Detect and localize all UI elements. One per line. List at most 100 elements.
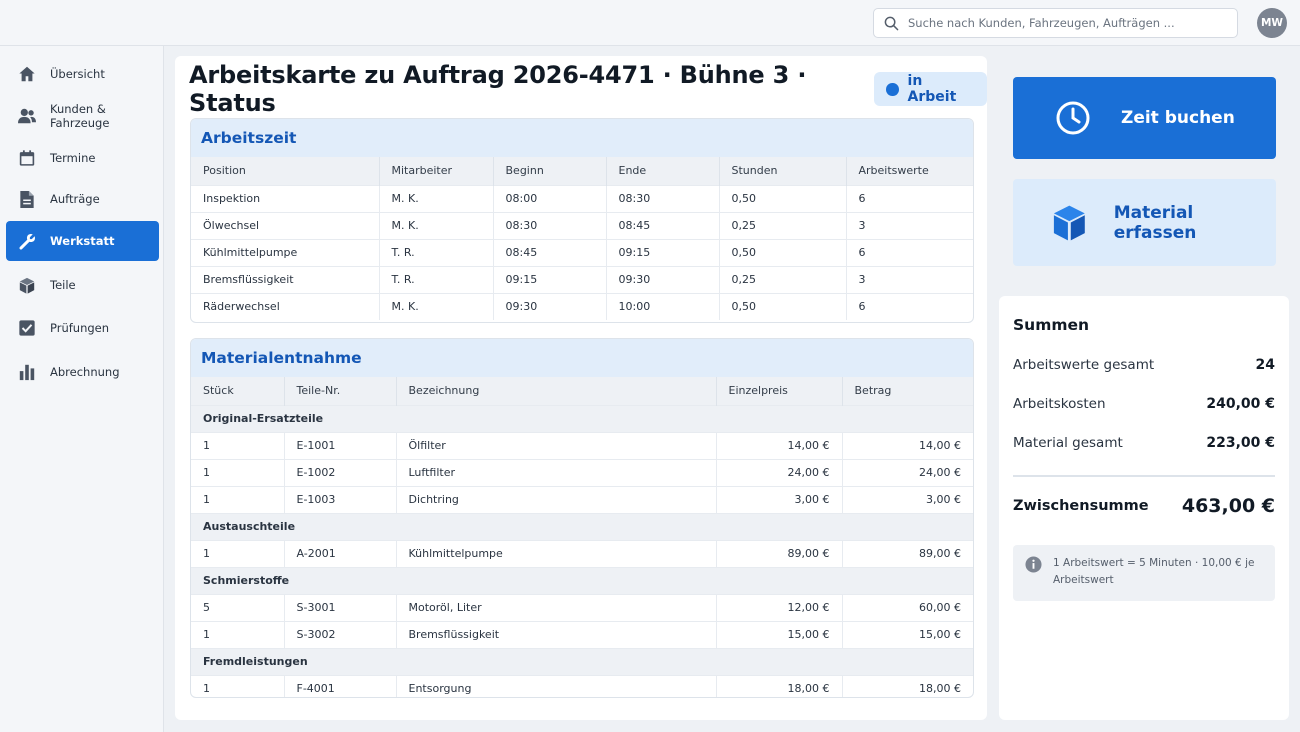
sidebar-item-uebersicht[interactable]: Übersicht	[6, 54, 159, 94]
box-icon	[1053, 205, 1085, 240]
page-title: Arbeitskarte zu Auftrag 2026-4471 · Bühn…	[189, 61, 807, 117]
column-header[interactable]: Bezeichnung	[396, 377, 717, 405]
sum-label: Material gesamt	[1013, 435, 1123, 451]
column-header[interactable]: Stück	[191, 377, 285, 405]
table-cell: 12,00 €	[716, 593, 843, 621]
table-row[interactable]: 1 A-2001 Kühlmittelpumpe 89,00 €89,00 €	[191, 539, 973, 567]
status-dot-icon	[886, 82, 899, 96]
search-input[interactable]	[908, 16, 1218, 30]
table-cell: S-3001	[284, 593, 397, 621]
table-cell: 24,00 €	[842, 458, 973, 486]
table-cell: 6	[846, 184, 973, 212]
sidebar-item-auftraege[interactable]: Aufträge	[6, 179, 159, 219]
table-row[interactable]: 1 E-1001 Ölfilter 14,00 €14,00 €	[191, 431, 973, 459]
table-row[interactable]: Kühlmittelpumpe T. R. 08:45 09:15 0,50 6	[191, 238, 973, 266]
table-cell: T. R.	[379, 265, 494, 293]
table-row[interactable]: Bremsflüssigkeit T. R. 09:15 09:30 0,25 3	[191, 265, 973, 293]
column-header[interactable]: Mitarbeiter	[379, 157, 494, 185]
table-cell: 0,25	[719, 211, 847, 239]
table-cell: 0,50	[719, 184, 847, 212]
group-header-row: Fremdleistungen	[191, 647, 973, 675]
table-cell: Dichtring	[396, 485, 717, 513]
record-material-button[interactable]: Material erfassen	[1013, 179, 1276, 266]
column-header[interactable]: Stunden	[719, 157, 847, 185]
home-icon	[17, 64, 37, 84]
table-cell: Ölwechsel	[191, 211, 380, 239]
table-cell: M. K.	[379, 184, 494, 212]
table-row[interactable]: Räderwechsel M. K. 09:30 10:00 0,50 6	[191, 292, 973, 320]
sidebar-item-werkstatt[interactable]: Werkstatt	[6, 221, 159, 261]
record-material-label: Material erfassen	[1113, 202, 1197, 243]
sum-label: Arbeitskosten	[1013, 396, 1106, 412]
table-cell: 09:15	[493, 265, 607, 293]
column-header[interactable]: Teile-Nr.	[284, 377, 397, 405]
table-row[interactable]: 1 E-1003 Dichtring 3,00 €3,00 €	[191, 485, 973, 513]
divider	[1013, 475, 1275, 477]
table-cell: 1	[191, 539, 285, 567]
table-cell: 10:00	[606, 292, 720, 320]
table-cell: 1	[191, 485, 285, 513]
table-cell: M. K.	[379, 211, 494, 239]
sidebar-item-teile[interactable]: Teile	[6, 265, 159, 305]
table-row[interactable]: 1 E-1002 Luftfilter 24,00 €24,00 €	[191, 458, 973, 486]
sidebar-item-label: Abrechnung	[50, 365, 120, 379]
group-label: Austauschteile	[191, 512, 973, 540]
status-badge: in Arbeit	[874, 72, 987, 106]
info-note: 1 Arbeitswert = 5 Minuten · 10,00 € je A…	[1013, 545, 1275, 601]
group-header-row: Austauschteile	[191, 512, 973, 540]
avatar[interactable]: MW	[1257, 8, 1287, 38]
table-cell: 0,50	[719, 292, 847, 320]
book-time-button[interactable]: Zeit buchen	[1013, 77, 1276, 159]
table-cell: S-3002	[284, 620, 397, 648]
column-header[interactable]: Einzelpreis	[716, 377, 843, 405]
table-cell: Luftfilter	[396, 458, 717, 486]
table-cell: 3	[846, 265, 973, 293]
sidebar-item-abrechnung[interactable]: Abrechnung	[6, 352, 159, 392]
sidebar-item-label: Termine	[50, 151, 96, 165]
column-header[interactable]: Betrag	[842, 377, 973, 405]
table-row[interactable]: 5 S-3001 Motoröl, Liter 12,00 €60,00 €	[191, 593, 973, 621]
table-cell: 15,00 €	[842, 620, 973, 648]
users-icon	[17, 106, 37, 126]
table-cell: 1	[191, 674, 285, 697]
materials-section: Materialentnahme Stück Teile-Nr. Bezeich…	[190, 338, 974, 698]
table-cell: 08:30	[606, 184, 720, 212]
sum-value: 240,00 €	[1206, 396, 1275, 412]
status-text: in Arbeit	[907, 73, 957, 105]
table-row[interactable]: 1 S-3002 Bremsflüssigkeit 15,00 €15,00 €	[191, 620, 973, 648]
table-cell: 1	[191, 431, 285, 459]
sum-row: Arbeitswerte gesamt 24	[1013, 357, 1275, 373]
sidebar-item-label: Übersicht	[50, 67, 105, 81]
sidebar-item-termine[interactable]: Termine	[6, 138, 159, 178]
sidebar-item-label: Werkstatt	[50, 234, 115, 248]
column-header[interactable]: Beginn	[493, 157, 607, 185]
table-row[interactable]: Inspektion M. K. 08:00 08:30 0,50 6	[191, 184, 973, 212]
table-cell: E-1002	[284, 458, 397, 486]
sums-card: Summen Arbeitswerte gesamt 24 Arbeitskos…	[999, 296, 1289, 720]
column-header[interactable]: Position	[191, 157, 380, 185]
table-cell: 89,00 €	[716, 539, 843, 567]
subtotal-row: Zwischensumme 463,00 €	[1013, 495, 1275, 517]
table-cell: Kühlmittelpumpe	[191, 238, 380, 266]
sidebar-item-pruefungen[interactable]: Prüfungen	[6, 308, 159, 348]
table-cell: 3,00 €	[842, 485, 973, 513]
bar-chart-icon	[17, 362, 37, 382]
work-time-table: Position Mitarbeiter Beginn Ende Stunden…	[191, 157, 973, 320]
table-row[interactable]: 1 F-4001 Entsorgung 18,00 €18,00 €	[191, 674, 973, 697]
table-cell: M. K.	[379, 292, 494, 320]
table-cell: 6	[846, 292, 973, 320]
column-header[interactable]: Arbeitswerte	[846, 157, 973, 185]
table-cell: 0,25	[719, 265, 847, 293]
work-time-section: Arbeitszeit Position Mitarbeiter Beginn …	[190, 118, 974, 323]
sidebar-item-label: Teile	[50, 278, 76, 292]
table-cell: 3	[846, 211, 973, 239]
table-cell: 89,00 €	[842, 539, 973, 567]
table-cell: 6	[846, 238, 973, 266]
checkbox-icon	[17, 318, 37, 338]
sum-value: 223,00 €	[1206, 435, 1275, 451]
sidebar-item-kunden[interactable]: Kunden & Fahrzeuge	[6, 96, 159, 136]
search-box[interactable]	[873, 8, 1238, 38]
table-cell: A-2001	[284, 539, 397, 567]
table-row[interactable]: Ölwechsel M. K. 08:30 08:45 0,25 3	[191, 211, 973, 239]
column-header[interactable]: Ende	[606, 157, 720, 185]
